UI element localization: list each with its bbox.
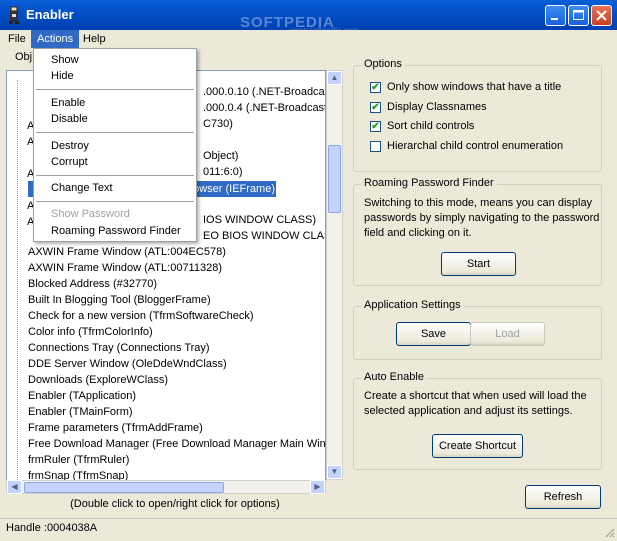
menu-item-show[interactable]: Show	[51, 54, 79, 66]
menu-file[interactable]: File	[2, 30, 32, 48]
display-classnames-label: Display Classnames	[387, 101, 487, 113]
list-item[interactable]: 011:6:0)	[203, 164, 243, 180]
menu-separator	[36, 201, 194, 202]
menu-separator	[36, 175, 194, 176]
list-item[interactable]: frmRuler (TfrmRuler)	[28, 452, 129, 468]
menu-item-roaming-password-finder[interactable]: Roaming Password Finder	[51, 225, 181, 237]
list-item[interactable]: AXWIN Frame Window (ATL:00711328)	[28, 260, 222, 276]
list-item[interactable]: Color info (TfrmColorInfo)	[28, 324, 153, 340]
list-item[interactable]: Object)	[203, 148, 238, 164]
options-title: Options	[361, 58, 405, 70]
list-item[interactable]: Enabler (TApplication)	[28, 388, 136, 404]
menu-item-change-text[interactable]: Change Text	[51, 182, 113, 194]
menu-item-disable[interactable]: Disable	[51, 113, 88, 125]
save-button[interactable]: Save	[396, 322, 471, 346]
scroll-up-button[interactable]: ▲	[327, 71, 342, 85]
list-item[interactable]: Blocked Address (#32770)	[28, 276, 157, 292]
list-item[interactable]: Check for a new version (TfrmSoftwareChe…	[28, 308, 254, 324]
list-header: Obj	[15, 51, 33, 63]
display-classnames-checkbox[interactable]: ✔	[370, 102, 381, 113]
hierarchal-checkbox[interactable]	[370, 141, 381, 152]
app-settings-title: Application Settings	[361, 299, 464, 311]
menu-actions[interactable]: Actions	[31, 30, 80, 48]
maximize-button[interactable]	[568, 5, 589, 26]
list-item[interactable]: Built In Blogging Tool (BloggerFrame)	[28, 292, 211, 308]
list-item[interactable]: C730)	[203, 116, 233, 132]
list-hint: (Double click to open/right click for op…	[70, 498, 280, 510]
roaming-desc-1: Switching to this mode, means you can di…	[364, 197, 593, 209]
sort-child-checkbox[interactable]: ✔	[370, 121, 381, 132]
start-button[interactable]: Start	[441, 252, 516, 276]
scroll-down-button[interactable]: ▼	[327, 465, 342, 479]
roaming-desc-2: passwords by simply navigating to the pa…	[364, 212, 600, 224]
list-item[interactable]: .000.0.4 (.NET-BroadcastE	[203, 100, 325, 116]
app-icon	[9, 6, 19, 24]
vertical-scrollbar[interactable]	[326, 70, 343, 480]
horizontal-scroll-thumb[interactable]	[24, 482, 224, 493]
list-item[interactable]: DDE Server Window (OleDdeWndClass)	[28, 356, 227, 372]
vertical-scroll-thumb[interactable]	[328, 145, 341, 213]
only-titled-checkbox[interactable]: ✔	[370, 82, 381, 93]
menu-separator	[36, 132, 194, 133]
status-handle: Handle :0004038A	[6, 522, 98, 534]
scroll-left-button[interactable]: ◀	[7, 480, 22, 494]
roaming-desc-3: field and clicking on it.	[364, 227, 472, 239]
tree-connector	[17, 80, 19, 480]
menu-separator	[36, 89, 194, 90]
actions-dropdown-menu: Show Hide Enable Disable Destroy Corrupt…	[33, 48, 197, 242]
minimize-icon	[551, 18, 558, 20]
minimize-button[interactable]	[545, 5, 566, 26]
auto-enable-title: Auto Enable	[361, 371, 427, 383]
list-item[interactable]: Downloads (ExploreWClass)	[28, 372, 168, 388]
menu-item-hide[interactable]: Hide	[51, 70, 74, 82]
list-item[interactable]: Frame parameters (TfrmAddFrame)	[28, 420, 203, 436]
list-item[interactable]: Free Download Manager (Free Download Man…	[28, 436, 325, 452]
close-icon	[596, 10, 607, 21]
scroll-right-button[interactable]: ▶	[310, 480, 325, 494]
only-titled-label: Only show windows that have a title	[387, 81, 562, 93]
menu-item-enable[interactable]: Enable	[51, 97, 85, 109]
create-shortcut-button[interactable]: Create Shortcut	[432, 434, 523, 458]
hierarchal-label: Hierarchal child control enumeration	[387, 140, 564, 152]
menu-item-show-password[interactable]: Show Password	[51, 208, 130, 220]
list-item[interactable]: Enabler (TMainForm)	[28, 404, 133, 420]
resize-grip-icon[interactable]	[603, 526, 615, 538]
load-button[interactable]: Load	[470, 322, 545, 346]
menu-help[interactable]: Help	[77, 30, 112, 48]
list-item[interactable]: EO BIOS WINDOW CLASS	[203, 228, 325, 244]
menu-item-corrupt[interactable]: Corrupt	[51, 156, 88, 168]
roaming-title: Roaming Password Finder	[361, 177, 497, 189]
close-button[interactable]	[591, 5, 612, 26]
sort-child-label: Sort child controls	[387, 120, 475, 132]
auto-enable-desc-2: selected application and adjust its sett…	[364, 405, 573, 417]
menu-item-destroy[interactable]: Destroy	[51, 140, 89, 152]
list-item[interactable]: AXWIN Frame Window (ATL:004EC578)	[28, 244, 226, 260]
window-title: Enabler	[26, 7, 74, 22]
auto-enable-desc-1: Create a shortcut that when used will lo…	[364, 390, 587, 402]
list-item[interactable]: IOS WINDOW CLASS)	[203, 212, 316, 228]
maximize-icon	[573, 10, 584, 20]
refresh-button[interactable]: Refresh	[525, 485, 601, 509]
list-item[interactable]: Connections Tray (Connections Tray)	[28, 340, 210, 356]
list-item[interactable]: .000.0.10 (.NET-Broadcast	[203, 84, 325, 100]
